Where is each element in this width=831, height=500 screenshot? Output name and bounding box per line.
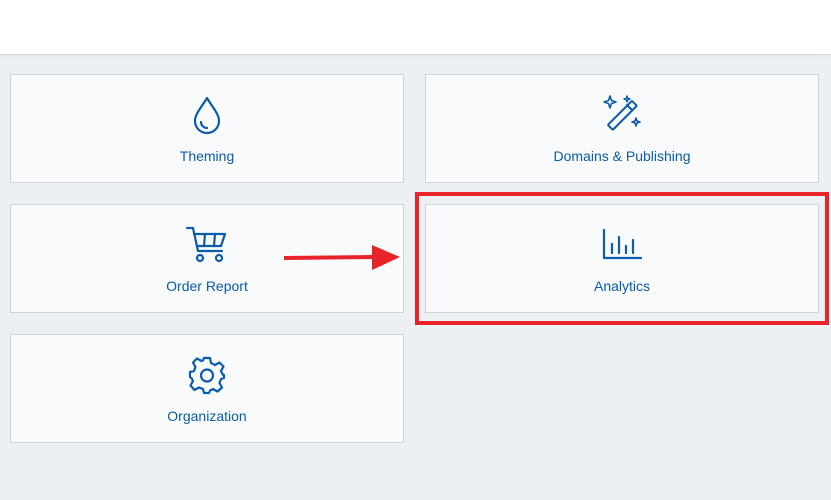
gear-icon: [185, 353, 229, 397]
organization-label: Organization: [167, 408, 247, 424]
domains-publishing-label: Domains & Publishing: [553, 148, 691, 164]
analytics-tile[interactable]: Analytics: [425, 204, 819, 313]
droplet-icon: [185, 93, 229, 137]
theming-tile[interactable]: Theming: [10, 74, 404, 183]
organization-tile[interactable]: Organization: [10, 334, 404, 443]
magic-wand-icon: [600, 93, 644, 137]
theming-label: Theming: [179, 148, 235, 164]
shopping-cart-icon: [185, 223, 229, 267]
annotation-arrow: [284, 245, 400, 270]
bar-chart-icon: [600, 223, 644, 267]
top-bar: [0, 0, 831, 55]
analytics-label: Analytics: [593, 278, 651, 294]
domains-publishing-tile[interactable]: Domains & Publishing: [425, 74, 819, 183]
order-report-label: Order Report: [166, 278, 248, 294]
